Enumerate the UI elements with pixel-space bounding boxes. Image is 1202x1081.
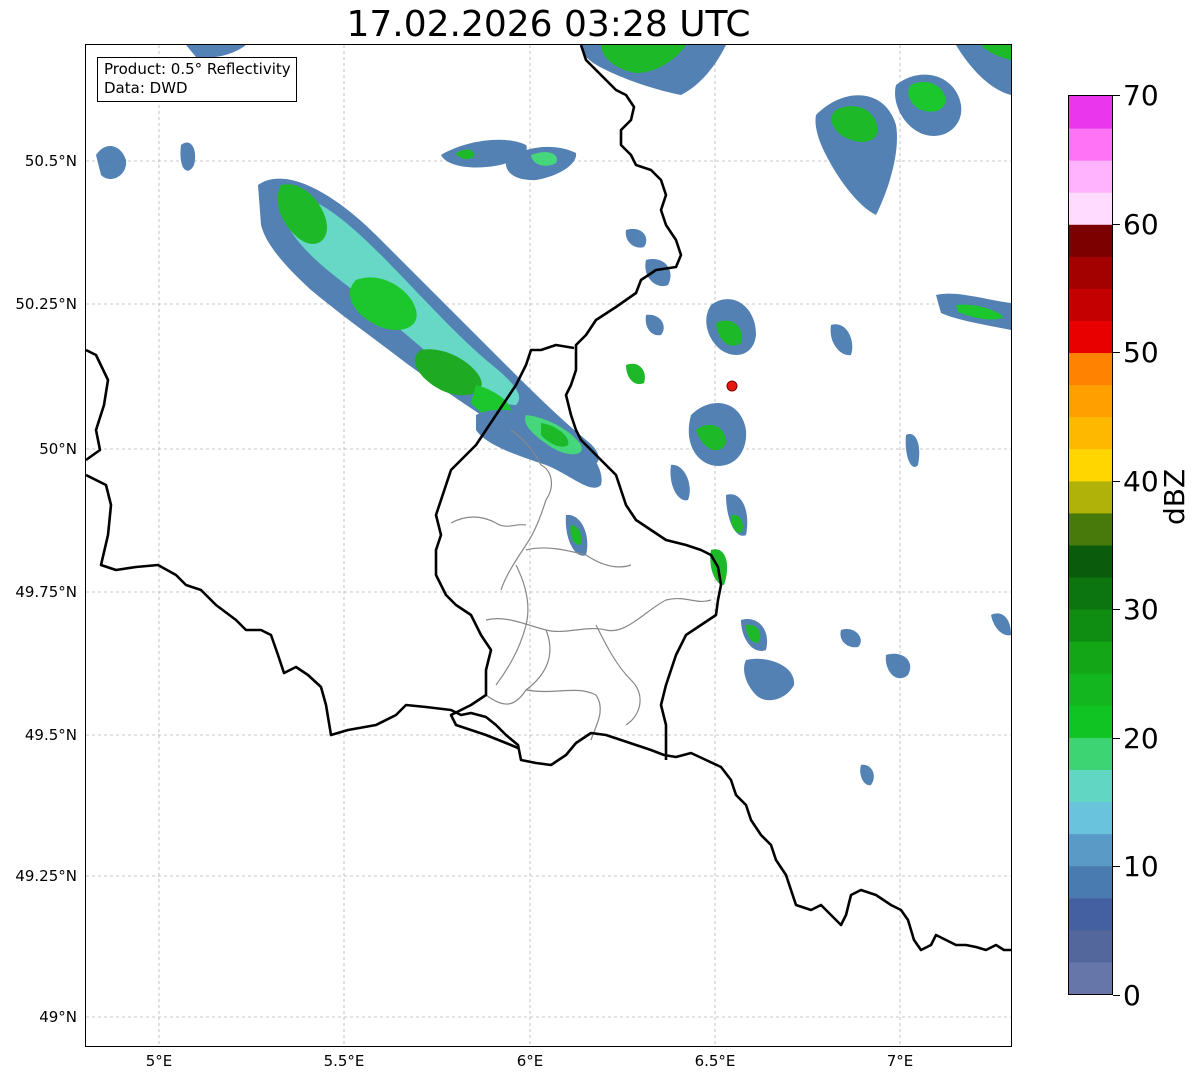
map-title: 17.02.2026 03:28 UTC	[346, 4, 751, 45]
data-source-label: Data: DWD	[104, 79, 188, 97]
echo-cell-m	[830, 324, 853, 356]
lat-label: 49.5°N	[24, 726, 77, 744]
colorbar-segment	[1069, 673, 1112, 706]
colorbar-segment	[1069, 224, 1112, 257]
echo-cell-i	[744, 658, 795, 701]
colorbar	[1068, 95, 1113, 995]
colorbar-gradient	[1069, 96, 1112, 994]
echo-cell-s	[625, 228, 647, 248]
lon-label: 5.5°E	[323, 1052, 365, 1070]
colorbar-segment	[1069, 416, 1112, 450]
lat-label: 50.5°N	[24, 152, 77, 170]
colorbar-segment	[1069, 961, 1112, 994]
colorbar-segment	[1069, 352, 1112, 386]
colorbar-tick	[1113, 481, 1120, 482]
colorbar-segment	[1069, 192, 1112, 225]
colorbar-tick	[1113, 224, 1120, 225]
echo-top-north	[186, 45, 246, 58]
product-label: Product: 0.5° Reflectivity	[104, 60, 291, 78]
lon-label: 5°E	[145, 1052, 173, 1070]
colorbar-segment	[1069, 833, 1112, 867]
radar-site-marker	[726, 380, 738, 392]
colorbar-segment	[1069, 897, 1112, 931]
lat-label: 50°N	[39, 440, 77, 458]
colorbar-tick-label: 70	[1123, 79, 1159, 112]
colorbar-segment	[1069, 288, 1112, 321]
colorbar-segment	[1069, 545, 1112, 578]
colorbar-segment	[1069, 320, 1112, 354]
colorbar-segment	[1069, 256, 1112, 289]
lat-label: 49.25°N	[15, 867, 77, 885]
colorbar-tick-label: 30	[1123, 593, 1159, 626]
colorbar-segment	[1069, 96, 1112, 129]
colorbar-tick	[1113, 609, 1120, 610]
colorbar-segment	[1069, 641, 1112, 674]
lon-label: 7°E	[886, 1052, 914, 1070]
colorbar-segment	[1069, 128, 1112, 161]
lat-label: 49.75°N	[15, 583, 77, 601]
colorbar-segment	[1069, 577, 1112, 610]
colorbar-tick-label: 60	[1123, 208, 1159, 241]
lon-label: 6.5°E	[694, 1052, 736, 1070]
colorbar-tick	[1113, 352, 1120, 353]
colorbar-tick	[1113, 995, 1120, 996]
colorbar-tick-label: 10	[1123, 850, 1159, 883]
echo-cell-p	[860, 764, 874, 786]
echo-cell-o	[885, 653, 911, 679]
colorbar-segment	[1069, 737, 1112, 770]
radar-echoes	[96, 45, 1011, 786]
colorbar-unit-label: dBZ	[1158, 468, 1191, 525]
colorbar-segment	[1069, 865, 1112, 899]
echo-cell-l	[905, 434, 920, 467]
colorbar-tick	[1113, 95, 1120, 96]
lon-label: 6°E	[516, 1052, 544, 1070]
colorbar-tick-label: 50	[1123, 336, 1159, 369]
echo-cell-q	[991, 613, 1011, 636]
colorbar-segment	[1069, 705, 1112, 738]
colorbar-segment	[1069, 801, 1112, 835]
echo-cell-t	[645, 259, 671, 287]
product-info-box: Product: 0.5° Reflectivity Data: DWD	[97, 57, 297, 102]
echo-cell-e	[626, 363, 645, 385]
map-canvas	[86, 45, 1011, 1046]
colorbar-tick	[1113, 866, 1120, 867]
colorbar-tick	[1113, 738, 1120, 739]
colorbar-tick-label: 40	[1123, 465, 1159, 498]
echo-cell-k	[670, 464, 690, 501]
colorbar-segment	[1069, 480, 1112, 514]
colorbar-segment	[1069, 769, 1112, 803]
colorbar-tick-label: 0	[1123, 979, 1141, 1012]
lat-label: 50.25°N	[15, 295, 77, 313]
colorbar-segment	[1069, 609, 1112, 642]
echo-cell-r	[645, 314, 664, 336]
echo-cell-a	[96, 145, 127, 180]
colorbar-segment	[1069, 512, 1112, 546]
lat-label: 49°N	[39, 1008, 77, 1026]
colorbar-segment	[1069, 929, 1112, 963]
radar-map[interactable]	[86, 45, 1011, 1046]
echo-cell-b	[180, 142, 196, 171]
colorbar-segment	[1069, 160, 1112, 193]
colorbar-segment	[1069, 448, 1112, 482]
echo-cell-n	[840, 628, 861, 648]
colorbar-tick-label: 20	[1123, 722, 1159, 755]
colorbar-segment	[1069, 384, 1112, 418]
